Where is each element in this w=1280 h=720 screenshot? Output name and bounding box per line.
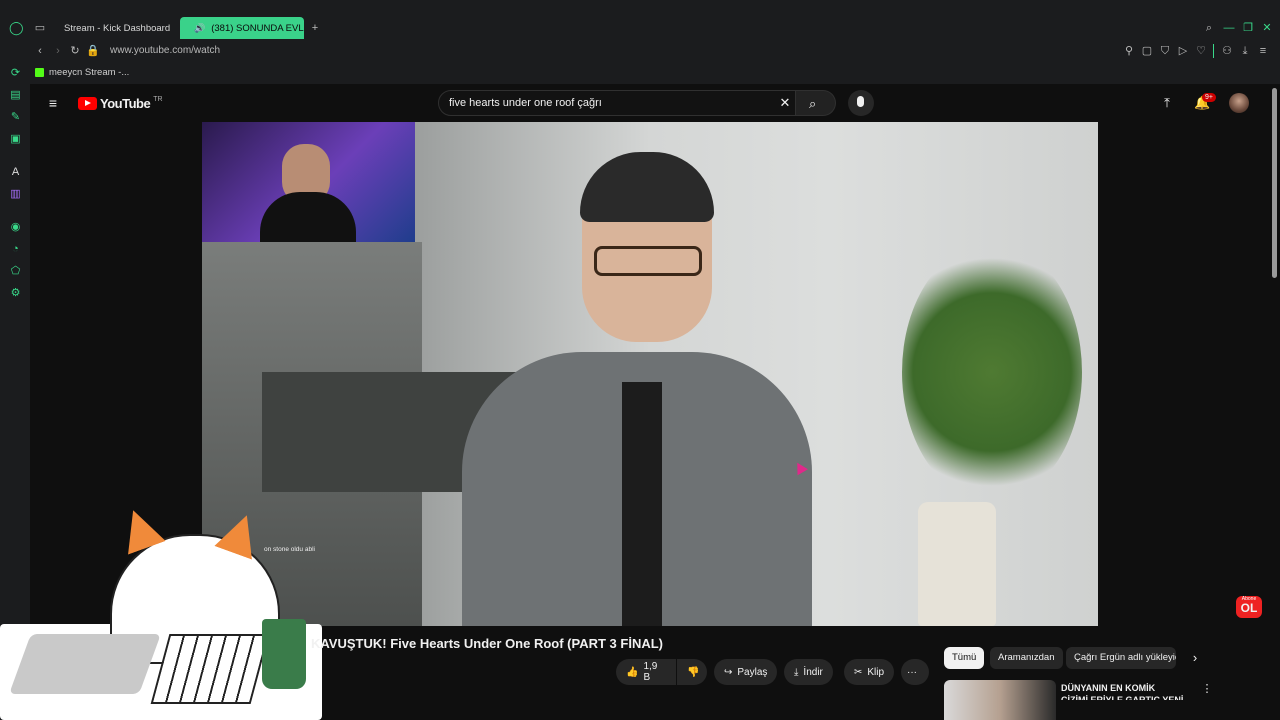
youtube-logo-text: YouTube: [100, 96, 151, 111]
page-scrollbar[interactable]: [1272, 88, 1277, 278]
profile-icon[interactable]: ⚇: [1220, 44, 1234, 58]
scissors-icon: ✂: [854, 666, 863, 678]
recommendation-title[interactable]: DÜNYANIN EN KOMİK ÇİZİMİ ERİYLE GARTIC Y…: [1061, 682, 1201, 700]
twitch-icon[interactable]: ▥: [9, 188, 22, 201]
opera-gx-icon[interactable]: ◯: [9, 21, 24, 35]
share-label: Paylaş: [737, 666, 768, 678]
bookmark-bar: meeycn Stream -...: [0, 62, 1280, 84]
chevron-right-icon[interactable]: ›: [1188, 651, 1202, 665]
tab-youtube[interactable]: 🔊 (381) SONUNDA EVLE: [180, 17, 304, 39]
video-person-hair: [580, 152, 714, 222]
recommendation-thumbnail[interactable]: [944, 680, 1056, 720]
share-button[interactable]: ↪ Paylaş: [714, 659, 778, 685]
filter-chip-uploader[interactable]: Çağrı Ergün adlı yükleyic: [1066, 647, 1176, 669]
url-field[interactable]: www.youtube.com/watch: [110, 45, 220, 56]
notes-icon[interactable]: ✎: [9, 111, 22, 124]
tab-overview-icon[interactable]: ▭: [33, 21, 47, 35]
cat-keyboard: [150, 634, 270, 704]
maximize-button[interactable]: ❐: [1241, 21, 1255, 35]
video-plant-pot: [918, 502, 996, 626]
notification-badge: 9+: [1202, 93, 1216, 102]
subscribe-overlay-badge: Abone OL: [1236, 596, 1262, 618]
cat-mouse-pad: [9, 634, 161, 694]
search-tabs-icon[interactable]: ⌕: [1202, 21, 1216, 35]
more-actions-button[interactable]: ···: [901, 659, 929, 685]
bookmark-meeycn-stream[interactable]: meeycn Stream -...: [35, 67, 129, 78]
download-icon[interactable]: ⤓: [1238, 44, 1252, 58]
clip-label: Klip: [867, 666, 885, 678]
like-count: 1,9 B: [643, 661, 658, 683]
download-arrow-icon: ⤓: [794, 666, 799, 678]
youtube-page: ≡ YouTube TR five hearts under one roof …: [0, 84, 1280, 720]
clip-button[interactable]: ✂ Klip: [844, 659, 895, 685]
player-icon[interactable]: ◉: [9, 221, 22, 234]
chat-message: on stone oldu abli: [264, 546, 315, 553]
search-icon: ⌕: [809, 96, 817, 111]
clear-search-icon[interactable]: ✕: [778, 96, 792, 110]
download-button[interactable]: ⤓ İndir: [784, 659, 833, 685]
bookmark-pin-icon[interactable]: ⚲: [1122, 44, 1136, 58]
recommendation-title-line2: ÇİZİMİ ERİYLE GARTIC YENİ: [1061, 695, 1184, 700]
kick-icon: [35, 68, 44, 77]
video-player[interactable]: on stone oldu abli: [202, 122, 1098, 626]
thumbs-down-icon: 👎: [687, 666, 700, 678]
app-store-icon[interactable]: A: [9, 166, 22, 179]
thumbs-up-icon: 👍: [626, 666, 639, 678]
tab-label: Stream - Kick Dashboard: [64, 22, 171, 34]
youtube-play-logo-icon: [78, 97, 97, 110]
search-button[interactable]: ⌕: [796, 90, 836, 116]
cat-coffee-cup: [262, 619, 306, 689]
back-button[interactable]: ‹: [33, 44, 47, 58]
filter-chip-all[interactable]: Tümü: [944, 647, 985, 669]
recommendation-menu-icon[interactable]: ⋮: [1200, 682, 1214, 696]
workspace-icon[interactable]: ▣: [9, 133, 22, 146]
search-input[interactable]: five hearts under one roof çağrı: [438, 90, 796, 116]
minimize-button[interactable]: —: [1222, 21, 1236, 35]
tab-kick-dashboard[interactable]: Stream - Kick Dashboard: [50, 17, 178, 39]
shield-icon[interactable]: ⛉: [1158, 44, 1172, 58]
speaker-icon[interactable]: 🔊: [194, 23, 205, 34]
recommendation-title-line1: DÜNYANIN EN KOMİK: [1061, 683, 1156, 693]
region-code: TR: [153, 96, 163, 103]
history-icon[interactable]: ⟳: [9, 67, 22, 80]
video-title: KAVUŞTUK! Five Hearts Under One Roof (PA…: [311, 636, 663, 651]
heart-icon[interactable]: ♡: [1194, 44, 1208, 58]
divider: [1213, 44, 1214, 58]
browser-tab-bar: ◯ ▭ Stream - Kick Dashboard 🔊 (381) SONU…: [0, 0, 1280, 40]
overlay-badge-text: OL: [1240, 601, 1258, 615]
bongo-cat-overlay: [0, 624, 322, 720]
video-person-tie: [622, 382, 662, 626]
settings-gear-icon[interactable]: ⚙: [9, 287, 22, 300]
microphone-icon: [857, 96, 864, 107]
tab-label: (381) SONUNDA EVLE: [211, 22, 304, 34]
close-window-button[interactable]: ✕: [1260, 21, 1274, 35]
bookmark-label: meeycn Stream -...: [49, 67, 130, 78]
play-icon[interactable]: ▷: [1176, 44, 1190, 58]
lock-icon: 🔒: [86, 45, 100, 57]
youtube-logo[interactable]: YouTube TR: [78, 96, 163, 111]
wallet-icon[interactable]: ▤: [9, 89, 22, 102]
webcam-person-shirt: [260, 192, 356, 242]
webcam-overlay: [202, 122, 415, 242]
download-label: İndir: [803, 666, 823, 678]
reload-button[interactable]: ↻: [68, 44, 82, 58]
dislike-button[interactable]: 👎: [677, 659, 707, 685]
like-button[interactable]: 👍 1,9 B: [616, 659, 676, 685]
avatar[interactable]: [1229, 93, 1249, 113]
voice-search-button[interactable]: [848, 90, 874, 116]
menu-icon[interactable]: ≡: [1256, 44, 1270, 58]
address-bar: ‹ › ↻ 🔒 www.youtube.com/watch ⚲ ▢ ⛉ ▷ ♡ …: [0, 40, 1280, 62]
browser-sidebar: ⟳ ▤ ✎ ▣ A ▥ ◉ ◔ ⬠ ⚙: [0, 62, 30, 720]
video-plant: [902, 242, 1082, 502]
extensions-icon[interactable]: ⬠: [9, 265, 22, 278]
filter-chip-from-search[interactable]: Aramanızdan: [990, 647, 1063, 669]
clock-icon[interactable]: ◔: [9, 243, 22, 256]
forward-button[interactable]: ›: [51, 44, 65, 58]
share-icon: ↪: [724, 666, 733, 678]
video-person-glasses: [594, 246, 702, 276]
new-tab-button[interactable]: +: [308, 21, 322, 35]
snapshot-icon[interactable]: ▢: [1140, 44, 1154, 58]
hamburger-menu-icon[interactable]: ≡: [46, 96, 60, 110]
upload-icon[interactable]: ⤒: [1160, 96, 1174, 110]
